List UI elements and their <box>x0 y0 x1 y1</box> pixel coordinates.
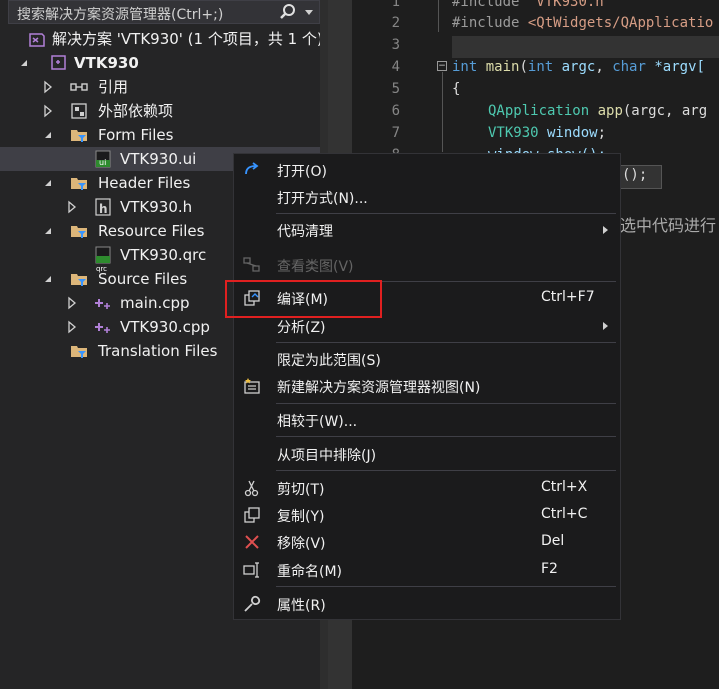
copy-icon <box>244 507 260 523</box>
scissors-icon <box>244 480 259 497</box>
expanded-arrow-icon[interactable] <box>18 51 30 75</box>
menu-item-rename[interactable]: 重命名(M) F2 <box>234 557 620 583</box>
menu-separator <box>276 470 616 471</box>
search-placeholder: 搜索解决方案资源管理器(Ctrl+;) <box>17 7 224 23</box>
class-diagram-icon <box>243 257 260 272</box>
editor-hint-text: 选中代码进行 <box>620 216 717 235</box>
resource-files-label: Resource Files <box>98 222 205 240</box>
header-files-label: Header Files <box>98 174 191 192</box>
tree-references-row[interactable]: 引用 <box>0 75 320 99</box>
menu-separator <box>276 342 616 343</box>
filter-folder-icon <box>71 226 87 238</box>
menu-item-copy[interactable]: 复制(Y) Ctrl+C <box>234 502 620 528</box>
collapsed-arrow-icon[interactable] <box>66 291 78 315</box>
search-options-dropdown-icon[interactable] <box>305 10 313 15</box>
menu-separator <box>276 213 616 214</box>
line-number: 5 <box>391 81 400 97</box>
menu-item-scope-to-this[interactable]: 限定为此范围(S) <box>234 346 620 372</box>
menu-item-code-cleanup[interactable]: 代码清理 <box>234 217 620 243</box>
expanded-arrow-icon[interactable] <box>42 123 54 147</box>
menu-item-open[interactable]: 打开(O) <box>234 157 620 183</box>
solution-label: 解决方案 'VTK930' (1 个项目，共 1 个) <box>52 30 323 48</box>
references-icon <box>70 83 88 91</box>
expanded-arrow-icon[interactable] <box>42 267 54 291</box>
expanded-arrow-icon[interactable] <box>42 171 54 195</box>
filter-folder-icon <box>71 130 87 142</box>
filter-folder-icon <box>71 346 87 358</box>
cpp-file-icon <box>95 299 110 309</box>
code-line-2: #include <QtWidgets/QApplicatio <box>452 15 714 31</box>
h-file-label: VTK930.h <box>120 198 193 216</box>
search-box[interactable]: 搜索解决方案资源管理器(Ctrl+;) <box>8 0 320 24</box>
code-line-6: QApplication app(argc, arg <box>488 103 708 119</box>
ui-file-label: VTK930.ui <box>120 150 197 168</box>
collapsed-arrow-icon[interactable] <box>66 315 78 339</box>
tree-external-deps-row[interactable]: 外部依赖项 <box>0 99 320 123</box>
external-deps-icon <box>71 103 87 119</box>
code-line-1: #include "VTK930.h" <box>452 0 613 10</box>
open-arrow-icon <box>245 162 259 175</box>
tree-project-row[interactable]: VTK930 <box>0 51 320 75</box>
menu-item-cut[interactable]: 剪切(T) Ctrl+X <box>234 475 620 501</box>
menu-item-compare-with[interactable]: 相较于(W)... <box>234 407 620 433</box>
menu-separator <box>276 586 616 587</box>
qrc-file-label: VTK930.qrc <box>120 246 207 264</box>
fold-toggle-icon[interactable]: − <box>437 61 447 71</box>
source-files-label: Source Files <box>98 270 188 288</box>
menu-separator <box>276 403 616 404</box>
menu-item-new-explorer-view[interactable]: 新建解决方案资源管理器视图(N) <box>234 373 620 399</box>
project-label: VTK930 <box>74 54 139 72</box>
filter-folder-icon <box>71 178 87 190</box>
line-number: 2 <box>391 15 400 31</box>
main-cpp-label: main.cpp <box>120 294 190 312</box>
line-number: 4 <box>391 59 400 75</box>
menu-item-remove[interactable]: 移除(V) Del <box>234 529 620 555</box>
menu-item-view-class-diagram: 查看类图(V) <box>234 252 620 278</box>
collapsed-arrow-icon[interactable] <box>42 99 54 123</box>
code-line-7: VTK930 window; <box>488 125 607 141</box>
code-line-5: { <box>452 81 461 97</box>
collapsed-arrow-icon[interactable] <box>66 195 78 219</box>
form-files-label: Form Files <box>98 126 174 144</box>
code-line-4: int main(int argc, char *argv[ <box>452 59 705 75</box>
menu-separator <box>276 436 616 437</box>
context-menu: 打开(O) 打开方式(N)... 代码清理 查看类图(V) 编译(M) Ctrl… <box>233 153 621 620</box>
rename-icon <box>243 562 259 578</box>
menu-item-properties[interactable]: 属性(R) <box>234 591 620 617</box>
current-line-highlight <box>452 36 719 58</box>
menu-item-open-with[interactable]: 打开方式(N)... <box>234 184 620 210</box>
tree-solution-row[interactable]: 解决方案 'VTK930' (1 个项目，共 1 个) <box>0 27 323 51</box>
fold-guide <box>438 0 448 32</box>
menu-item-exclude-from-project[interactable]: 从项目中排除(J) <box>234 441 620 467</box>
filter-folder-icon <box>71 274 87 286</box>
h-badge-text: h <box>99 202 108 216</box>
line-number: 7 <box>391 125 400 141</box>
fold-guide <box>442 72 443 152</box>
compile-highlight-box <box>225 280 382 318</box>
remove-x-icon <box>245 535 259 549</box>
new-view-icon <box>244 378 260 394</box>
wrench-icon <box>244 595 261 612</box>
code-line-9: (); <box>622 167 648 183</box>
search-icon[interactable] <box>279 3 297 21</box>
references-label: 引用 <box>98 78 129 96</box>
tree-form-files-row[interactable]: Form Files <box>0 123 320 147</box>
translation-files-label: Translation Files <box>98 342 218 360</box>
line-number: 1 <box>391 0 400 10</box>
cpp-file-icon <box>95 323 110 333</box>
line-number: 6 <box>391 103 400 119</box>
solution-icon <box>29 33 45 47</box>
submenu-arrow-icon <box>603 322 608 330</box>
vtk-cpp-label: VTK930.cpp <box>120 318 210 336</box>
project-icon <box>51 55 66 70</box>
external-deps-label: 外部依赖项 <box>98 102 174 120</box>
submenu-arrow-icon <box>603 226 608 234</box>
expanded-arrow-icon[interactable] <box>42 219 54 243</box>
line-number: 3 <box>391 37 400 53</box>
collapsed-arrow-icon[interactable] <box>42 75 54 99</box>
